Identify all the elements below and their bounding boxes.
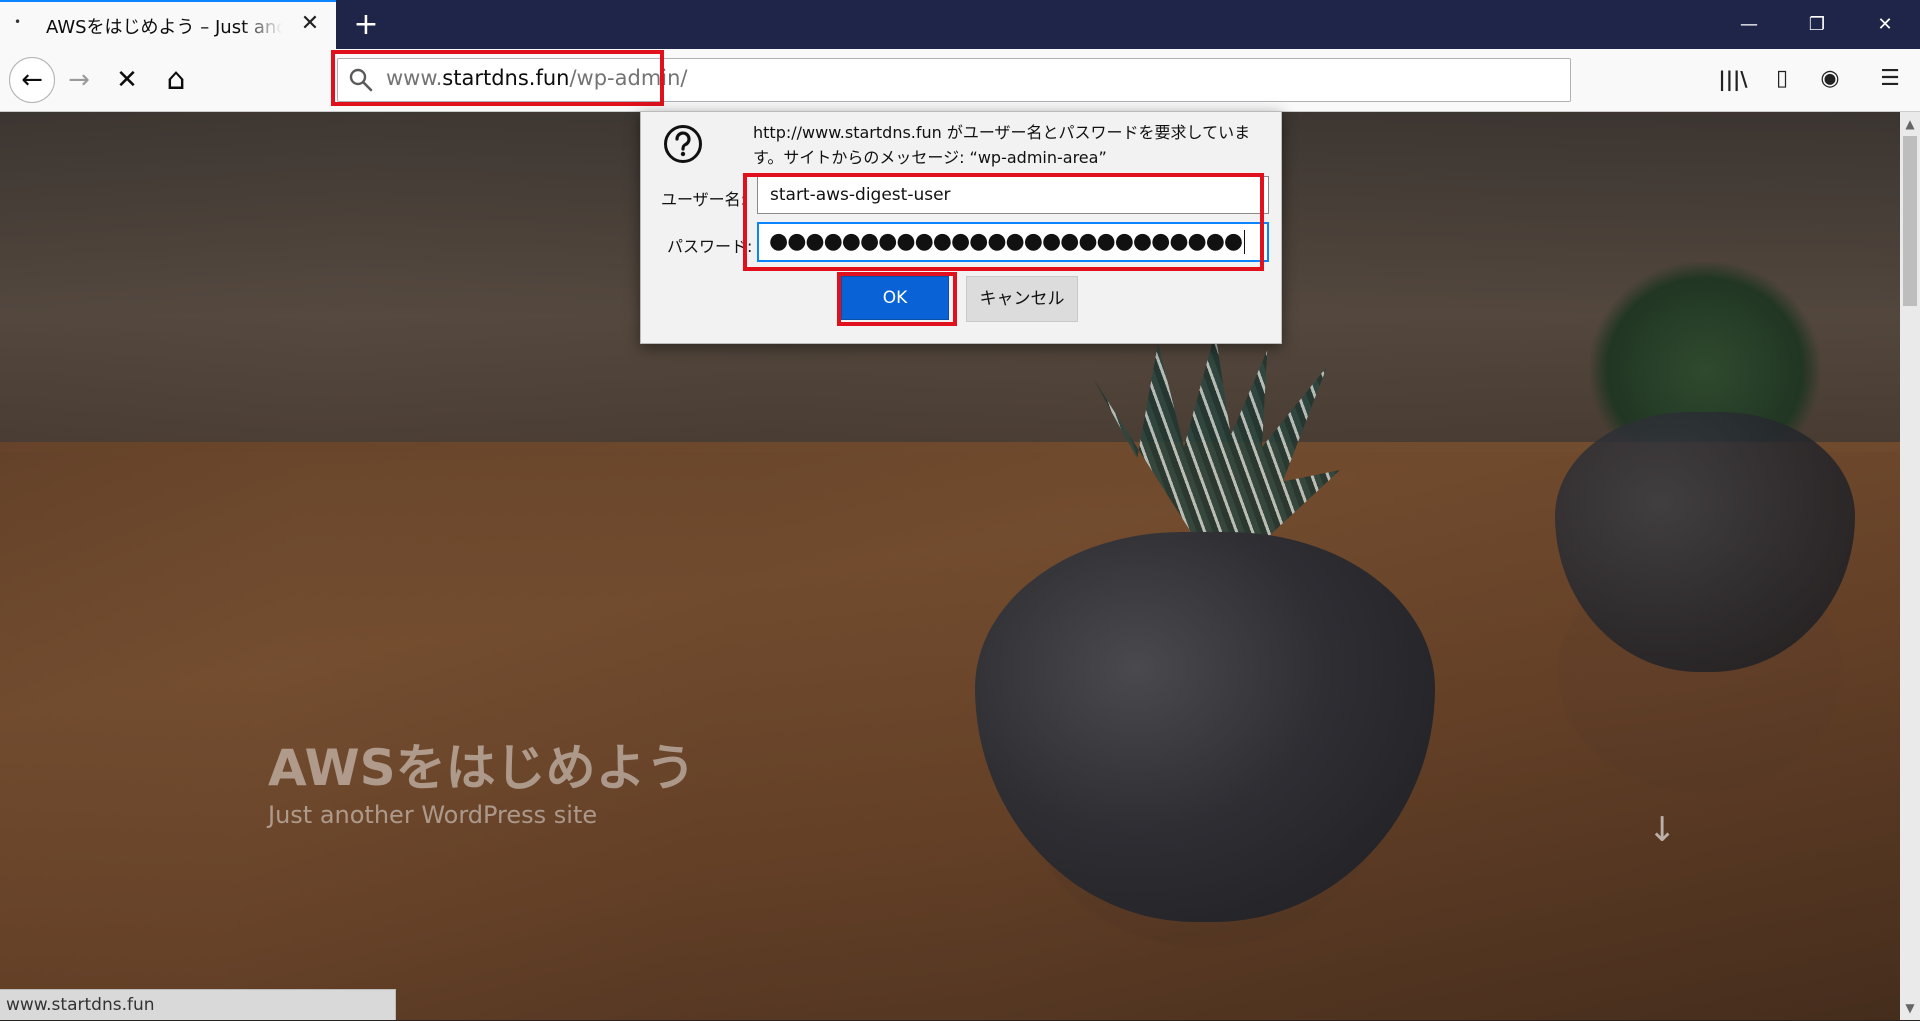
scroll-down-icon[interactable]: ↓ — [1648, 810, 1677, 850]
tab-loading-dot: • — [14, 15, 22, 29]
cancel-button[interactable]: キャンセル — [966, 276, 1078, 322]
tab-close-icon[interactable]: ✕ — [297, 11, 323, 37]
close-window-button[interactable]: ✕ — [1850, 0, 1920, 49]
credentials-highlight-box — [743, 173, 1264, 271]
account-icon[interactable]: ◉ — [1810, 59, 1850, 99]
browser-tab-active[interactable]: • AWSをはじめよう – Just another WordPress sit… — [0, 0, 336, 49]
restore-button[interactable]: ❐ — [1782, 0, 1852, 49]
dialog-message: http://www.startdns.fun がユーザー名とパスワードを要求し… — [753, 123, 1251, 167]
status-bar: www.startdns.fun — [0, 989, 396, 1020]
question-icon — [664, 125, 702, 163]
back-button[interactable]: ← — [9, 57, 55, 103]
site-title[interactable]: AWSをはじめよう — [268, 728, 696, 800]
library-icon[interactable]: |||\ — [1713, 59, 1753, 99]
vertical-scrollbar[interactable]: ▲ ▼ — [1900, 112, 1920, 1020]
new-tab-button[interactable]: + — [348, 7, 384, 43]
ok-highlight-box — [837, 272, 957, 326]
username-label: ユーザー名: — [661, 190, 747, 209]
home-button[interactable]: ⌂ — [155, 59, 197, 101]
stop-loading-button[interactable]: ✕ — [106, 59, 148, 101]
sidebar-toggle-icon[interactable]: ▯ — [1762, 59, 1802, 99]
url-highlight-box — [331, 50, 664, 106]
scrollbar-thumb[interactable] — [1903, 136, 1917, 306]
site-tagline: Just another WordPress site — [268, 801, 598, 829]
navigation-toolbar: ← → ✕ ⌂ www.startdns.fun/wp-admin/ |||\ … — [0, 49, 1920, 112]
minimize-button[interactable]: — — [1714, 0, 1784, 49]
scroll-up-icon[interactable]: ▲ — [1900, 114, 1920, 134]
scroll-down-arrow-icon[interactable]: ▼ — [1900, 998, 1920, 1018]
forward-button[interactable]: → — [58, 59, 100, 101]
tab-strip: • AWSをはじめよう – Just another WordPress sit… — [0, 0, 1920, 49]
tab-title: AWSをはじめよう – Just another WordPress site — [46, 13, 282, 39]
password-label: パスワード: — [667, 237, 753, 256]
menu-icon[interactable]: ☰ — [1870, 59, 1910, 99]
